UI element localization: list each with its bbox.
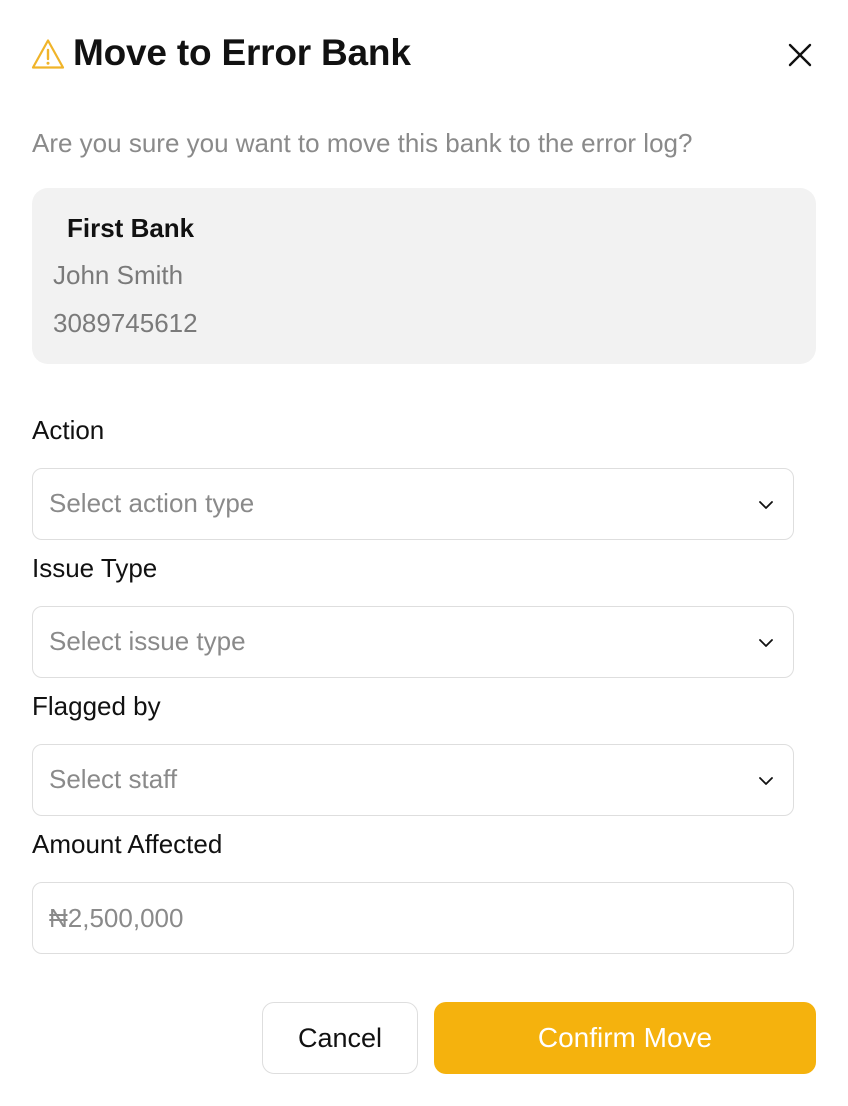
bank-summary-card: First Bank John Smith 3089745612 <box>32 188 816 364</box>
close-icon[interactable] <box>783 38 817 72</box>
action-label: Action <box>32 415 105 445</box>
cancel-button[interactable]: Cancel <box>262 1002 418 1074</box>
bank-name: First Bank <box>67 213 195 243</box>
chevron-down-icon <box>759 501 773 509</box>
action-select[interactable]: Select action type <box>32 468 794 540</box>
dialog-title: Move to Error Bank <box>73 32 411 73</box>
issue-type-select[interactable]: Select issue type <box>32 606 794 678</box>
chevron-down-icon <box>759 639 773 647</box>
account-holder-name: John Smith <box>53 260 184 290</box>
confirm-move-button[interactable]: Confirm Move <box>434 1002 816 1074</box>
flagged-by-label: Flagged by <box>32 691 161 721</box>
warning-triangle-icon <box>31 39 65 69</box>
amount-affected-input[interactable] <box>32 882 794 954</box>
chevron-down-icon <box>759 777 773 785</box>
flagged-by-select-placeholder: Select staff <box>49 764 178 794</box>
confirmation-message: Are you sure you want to move this bank … <box>32 128 693 158</box>
flagged-by-select[interactable]: Select staff <box>32 744 794 816</box>
action-select-placeholder: Select action type <box>49 488 255 518</box>
amount-affected-label: Amount Affected <box>32 829 223 859</box>
move-to-error-bank-dialog: Move to Error Bank Are you sure you want… <box>0 0 848 1106</box>
account-number: 3089745612 <box>53 308 198 338</box>
issue-type-select-placeholder: Select issue type <box>49 626 246 656</box>
issue-type-label: Issue Type <box>32 553 158 583</box>
